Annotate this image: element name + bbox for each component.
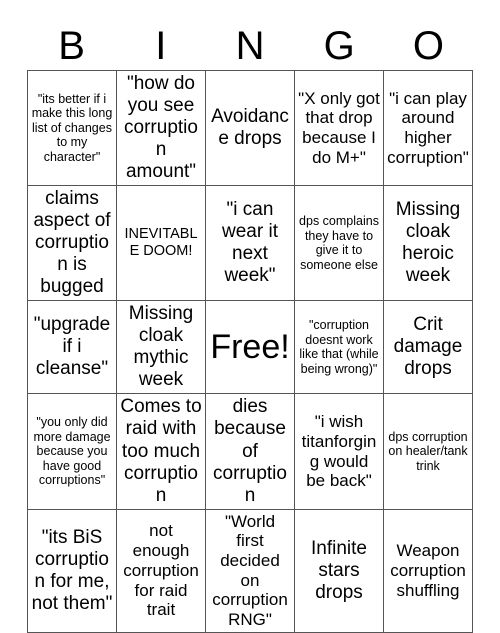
free-space-label: Free!: [210, 327, 290, 366]
bingo-grid: "its better if i make this long list of …: [27, 69, 473, 633]
bingo-cell-i5[interactable]: not enough corruption for raid trait: [116, 508, 206, 633]
bingo-cell-label: Weapon corruption shuffling: [390, 541, 466, 600]
header-letter-n: N: [235, 24, 265, 68]
bingo-cell-label: Avoidance drops: [211, 106, 289, 150]
header-letter-o: O: [412, 24, 444, 68]
bingo-cell-g1[interactable]: "X only got that drop because I do M+": [294, 69, 384, 187]
bingo-header: B I N G O: [27, 0, 473, 68]
bingo-row: "upgrade if i cleanse" Missing cloak myt…: [27, 300, 473, 395]
bingo-cell-label: Missing cloak mythic week: [128, 303, 194, 391]
bingo-card: B I N G O "its better if i make this lon…: [0, 0, 500, 633]
bingo-cell-b1[interactable]: "its better if i make this long list of …: [27, 69, 117, 187]
bingo-cell-i4[interactable]: Comes to raid with too much corruption: [116, 393, 206, 510]
bingo-row: "its better if i make this long list of …: [27, 69, 473, 187]
header-letter-i: I: [155, 24, 167, 68]
bingo-cell-o5[interactable]: Weapon corruption shuffling: [383, 508, 473, 633]
bingo-cell-label: "World first decided on corruption RNG": [212, 511, 288, 630]
bingo-cell-label: Crit damage drops: [393, 314, 463, 380]
bingo-row: "you only did more damage because you ha…: [27, 393, 473, 510]
bingo-cell-label: claims aspect of corruption is bugged: [33, 188, 111, 298]
bingo-cell-label: Comes to raid with too much corruption: [120, 396, 202, 506]
bingo-cell-label: not enough corruption for raid trait: [123, 521, 199, 620]
bingo-cell-label: "you only did more damage because you ha…: [33, 415, 111, 488]
bingo-cell-label: Missing cloak heroic week: [395, 199, 461, 287]
bingo-cell-i2[interactable]: INEVITABLE DOOM!: [116, 185, 206, 302]
bingo-cell-label: Infinite stars drops: [311, 537, 367, 603]
bingo-cell-label: INEVITABLE DOOM!: [124, 226, 198, 260]
bingo-cell-i1[interactable]: "how do you see corruption amount": [116, 69, 206, 187]
bingo-cell-free[interactable]: Free!: [205, 300, 295, 395]
bingo-cell-g3[interactable]: "corruption doesnt work like that (while…: [294, 300, 384, 395]
header-letter-g: G: [323, 24, 355, 68]
bingo-cell-g2[interactable]: dps complains they have to give it to so…: [294, 185, 384, 302]
bingo-cell-label: dies because of corruption: [213, 396, 287, 506]
bingo-cell-b5[interactable]: "its BiS corruption for me, not them": [27, 508, 117, 633]
bingo-row: "its BiS corruption for me, not them" no…: [27, 508, 473, 633]
bingo-cell-label: "i can play around higher corruption": [387, 88, 469, 167]
bingo-cell-o3[interactable]: Crit damage drops: [383, 300, 473, 395]
bingo-cell-n2[interactable]: "i can wear it next week": [205, 185, 295, 302]
bingo-cell-label: "its BiS corruption for me, not them": [31, 526, 113, 614]
bingo-cell-b3[interactable]: "upgrade if i cleanse": [27, 300, 117, 395]
header-letter-b: B: [58, 24, 85, 68]
bingo-cell-label: "i wish titanforging would be back": [301, 412, 377, 491]
bingo-cell-b2[interactable]: claims aspect of corruption is bugged: [27, 185, 117, 302]
bingo-cell-b4[interactable]: "you only did more damage because you ha…: [27, 393, 117, 510]
bingo-cell-label: "i can wear it next week": [222, 199, 278, 287]
bingo-cell-g5[interactable]: Infinite stars drops: [294, 508, 384, 633]
bingo-cell-label: "how do you see corruption amount": [124, 73, 198, 183]
bingo-row: claims aspect of corruption is bugged IN…: [27, 185, 473, 302]
bingo-cell-label: "upgrade if i cleanse": [33, 314, 111, 380]
bingo-cell-label: dps corruption on healer/tank trink: [388, 429, 468, 473]
bingo-cell-o1[interactable]: "i can play around higher corruption": [383, 69, 473, 187]
bingo-cell-label: "its better if i make this long list of …: [31, 91, 113, 164]
bingo-cell-n5[interactable]: "World first decided on corruption RNG": [205, 508, 295, 633]
bingo-cell-label: "X only got that drop because I do M+": [298, 88, 380, 167]
bingo-cell-n1[interactable]: Avoidance drops: [205, 69, 295, 187]
bingo-cell-g4[interactable]: "i wish titanforging would be back": [294, 393, 384, 510]
bingo-cell-o2[interactable]: Missing cloak heroic week: [383, 185, 473, 302]
bingo-cell-label: "corruption doesnt work like that (while…: [299, 318, 379, 376]
bingo-cell-label: dps complains they have to give it to so…: [299, 214, 379, 272]
bingo-cell-o4[interactable]: dps corruption on healer/tank trink: [383, 393, 473, 510]
bingo-cell-i3[interactable]: Missing cloak mythic week: [116, 300, 206, 395]
bingo-cell-n4[interactable]: dies because of corruption: [205, 393, 295, 510]
